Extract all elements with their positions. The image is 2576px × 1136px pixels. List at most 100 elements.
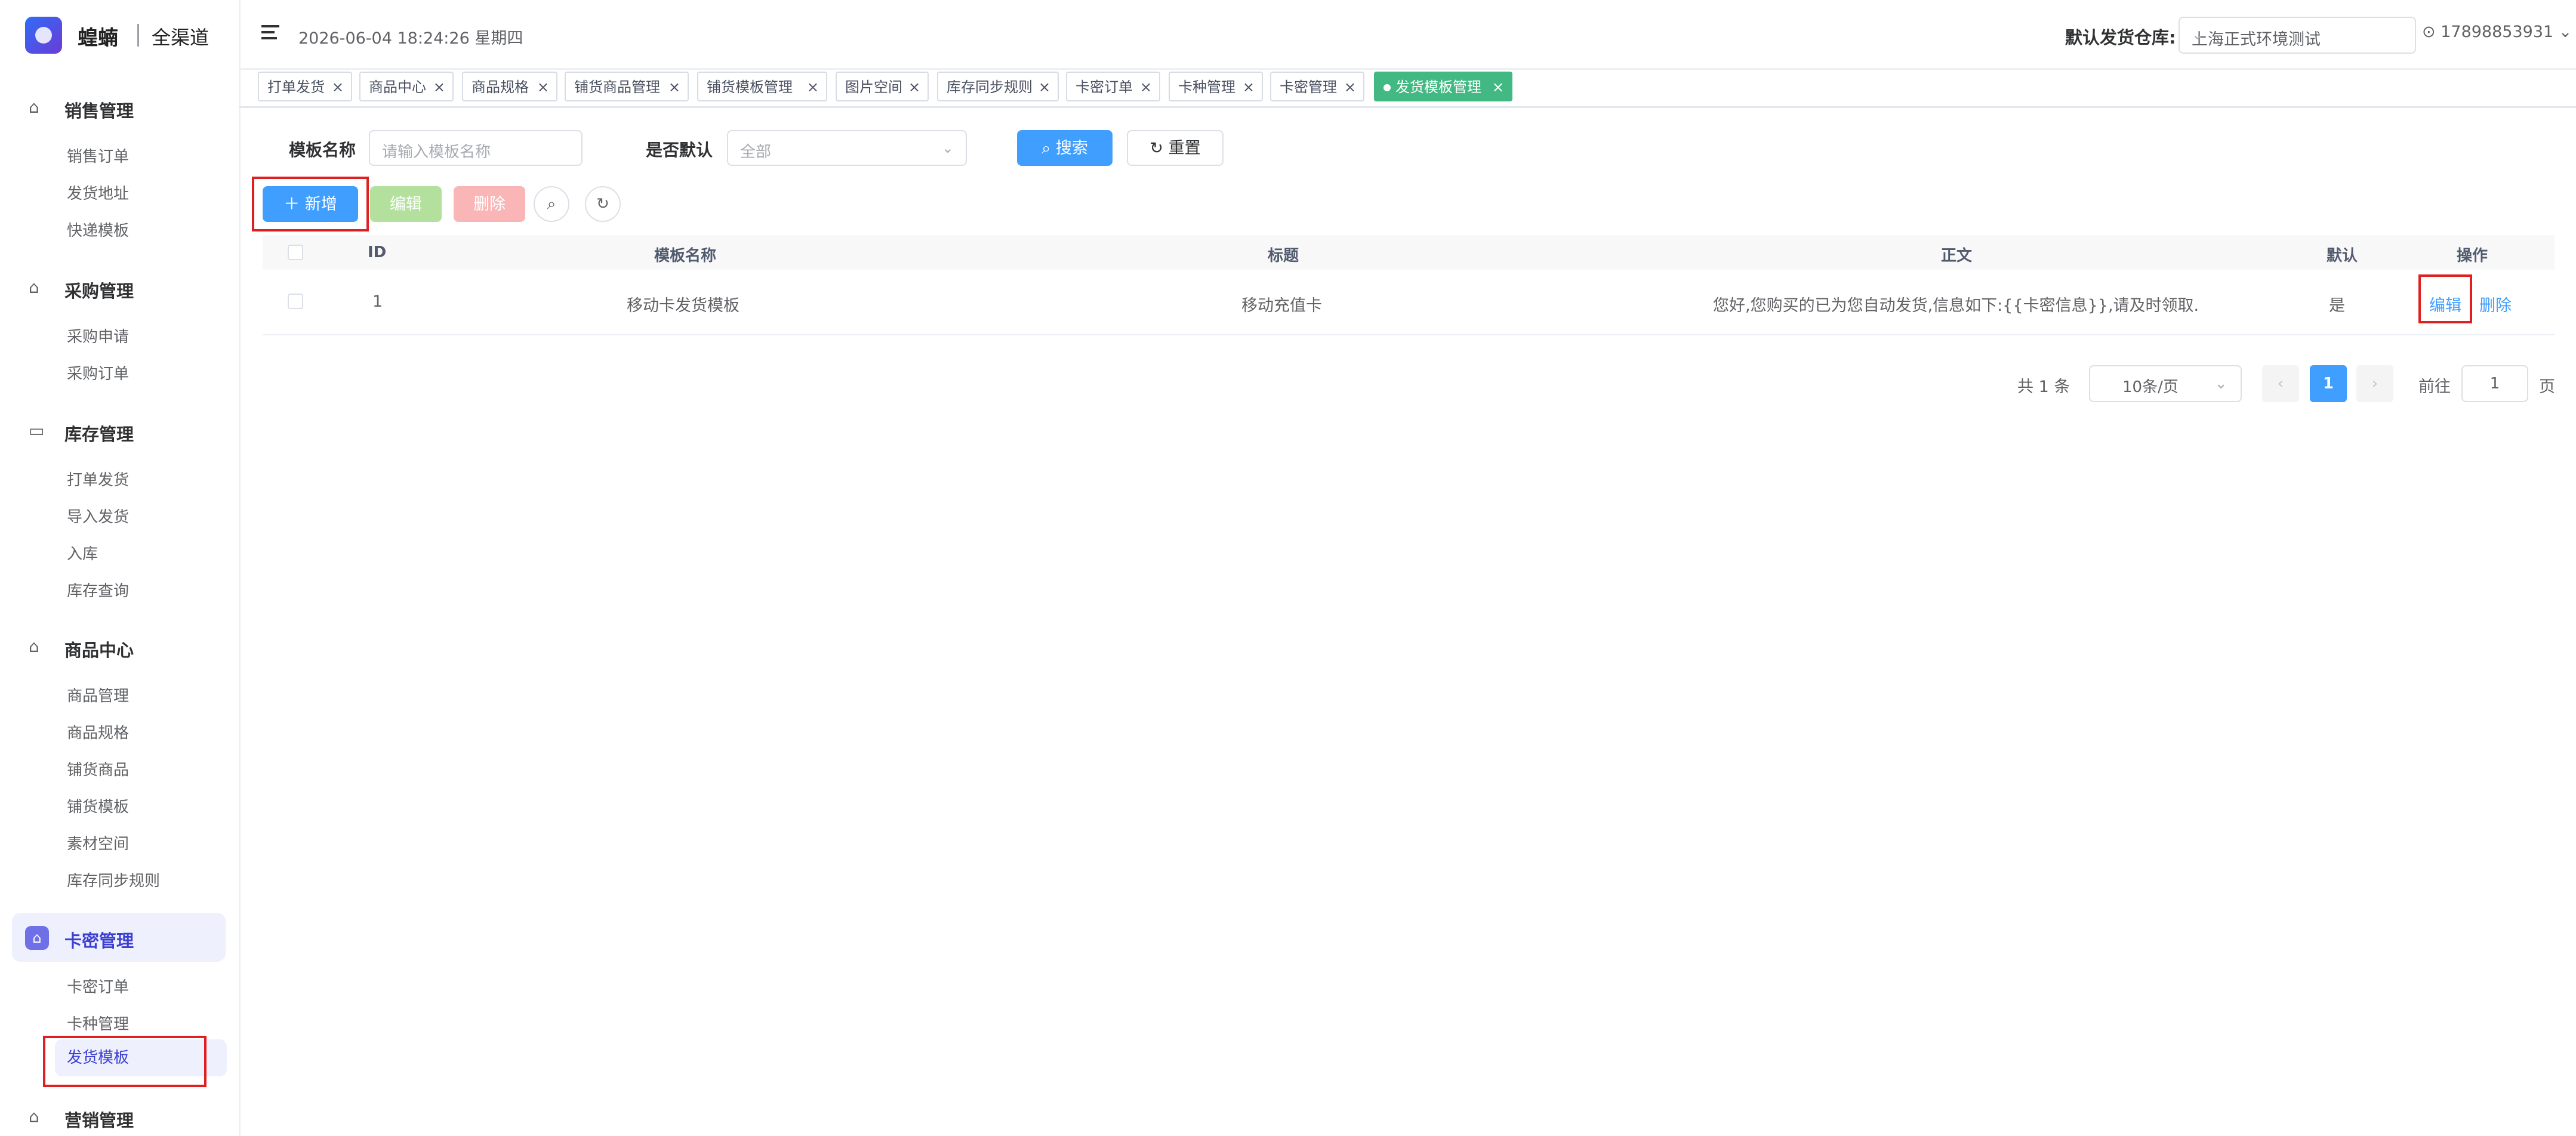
- tab-distribution-goods[interactable]: 铺货商品管理 ×: [565, 72, 689, 101]
- tab-label: 卡密订单: [1076, 79, 1133, 95]
- next-page-button[interactable]: ›: [2356, 365, 2393, 402]
- sidebar-item-stock-in[interactable]: 入库: [67, 542, 98, 564]
- user-menu[interactable]: ⊙ 17898853931 ⌄: [2422, 23, 2572, 41]
- sidebar-item-ship-address[interactable]: 发货地址: [67, 181, 129, 203]
- sidebar-group-marketing[interactable]: ⌂ 营销管理: [0, 1099, 239, 1135]
- sidebar-item-product-spec[interactable]: 商品规格: [67, 721, 129, 743]
- close-icon[interactable]: ×: [908, 73, 920, 101]
- sidebar-group-products[interactable]: ⌂ 商品中心: [0, 629, 239, 665]
- close-icon[interactable]: ×: [1039, 73, 1050, 101]
- sidebar-item-product-manage[interactable]: 商品管理: [67, 684, 129, 706]
- chevron-down-icon: ⌄: [2214, 375, 2227, 393]
- sidebar-group-inventory[interactable]: ▭ 库存管理: [0, 413, 239, 449]
- goto-page-input[interactable]: 1: [2461, 365, 2528, 402]
- page-size-select[interactable]: 10条/页 ⌄: [2089, 365, 2242, 402]
- table-row[interactable]: 1 移动卡发货模板 移动充值卡 您好,您购买的已为您自动发货,信息如下:{{卡密…: [263, 270, 2555, 335]
- sidebar-item-purchase-order[interactable]: 采购订单: [67, 362, 129, 384]
- close-icon[interactable]: ×: [1243, 73, 1255, 101]
- bag-icon: ⌂: [29, 1107, 39, 1126]
- sidebar-group-card-secret[interactable]: ⌂ 卡密管理: [12, 913, 226, 962]
- close-icon[interactable]: ×: [332, 73, 344, 101]
- close-icon[interactable]: ×: [807, 73, 819, 101]
- tab-distribution-template[interactable]: 铺货模板管理 ×: [697, 72, 827, 101]
- search-button[interactable]: ⌕ 搜索: [1017, 130, 1113, 166]
- sidebar-group-label: 库存管理: [64, 424, 134, 444]
- row-checkbox[interactable]: [288, 294, 303, 309]
- table-header: ID 模板名称 标题 正文 默认 操作: [263, 235, 2555, 270]
- warehouse-select[interactable]: 上海正式环境测试 ⌄: [2178, 17, 2416, 54]
- tab-label: 发货模板管理: [1395, 79, 1481, 95]
- column-default: 默认: [2327, 247, 2358, 265]
- tab-ship-template[interactable]: 发货模板管理 ×: [1374, 72, 1512, 101]
- tab-image-space[interactable]: 图片空间 ×: [836, 72, 929, 101]
- is-default-select[interactable]: 全部 ⌄: [727, 130, 967, 166]
- close-icon[interactable]: ×: [1344, 73, 1356, 101]
- cell-default: 是: [2329, 297, 2345, 315]
- sidebar-group-label: 营销管理: [64, 1110, 134, 1131]
- sidebar-group-purchase[interactable]: ⌂ 采购管理: [0, 270, 239, 305]
- sidebar-item-sales-orders[interactable]: 销售订单: [67, 144, 129, 166]
- tab-card-orders[interactable]: 卡密订单 ×: [1066, 72, 1160, 101]
- sidebar-item-distribution-goods[interactable]: 铺货商品: [67, 758, 129, 780]
- tags-view: 打单发货 × 商品中心 × 商品规格 × 铺货商品管理 × 铺货模板管理 × 图片空间 × …: [239, 68, 2576, 108]
- sidebar-item-distribution-template[interactable]: 铺货模板: [67, 795, 129, 817]
- sidebar-item-stock-sync-rules[interactable]: 库存同步规则: [67, 869, 160, 891]
- refresh-icon: ↻: [596, 195, 609, 213]
- user-name: 17898853931: [2441, 23, 2554, 41]
- edit-button[interactable]: 编辑: [370, 186, 442, 222]
- column-body: 正文: [1941, 247, 1973, 265]
- tab-label: 卡种管理: [1178, 79, 1235, 95]
- template-name-input[interactable]: 请输入模板名称: [369, 130, 583, 166]
- sidebar-group-label: 采购管理: [64, 281, 134, 301]
- search-icon: ⌕: [1042, 139, 1051, 158]
- header-datetime: 2026-06-04 18:24:26 星期四: [298, 29, 523, 48]
- row-delete-link[interactable]: 删除: [2479, 292, 2512, 316]
- prev-page-button[interactable]: ‹: [2262, 365, 2299, 402]
- warehouse-label: 默认发货仓库:: [2065, 27, 2176, 48]
- highlight-box-sidebar: [43, 1036, 207, 1087]
- cell-name: 移动卡发货模板: [627, 297, 739, 315]
- search-icon: ⌕: [547, 195, 556, 213]
- tab-print-ship[interactable]: 打单发货 ×: [258, 72, 352, 101]
- sidebar-item-card-types[interactable]: 卡种管理: [67, 1012, 129, 1034]
- tab-product-center[interactable]: 商品中心 ×: [359, 72, 454, 101]
- toggle-search-button[interactable]: ⌕: [534, 186, 569, 222]
- brand-name: 蝗蝻: [78, 26, 118, 50]
- sidebar-group-label: 卡密管理: [64, 931, 134, 951]
- cell-body: 您好,您购买的已为您自动发货,信息如下:{{卡密信息}},请及时领取.: [1713, 297, 2199, 315]
- close-icon[interactable]: ×: [668, 73, 680, 101]
- refresh-button[interactable]: ↻: [585, 186, 621, 222]
- chevron-left-icon: ‹: [2277, 375, 2284, 393]
- sidebar-group-label: 商品中心: [64, 640, 134, 660]
- sidebar-item-material-space[interactable]: 素材空间: [67, 832, 129, 854]
- sidebar-item-card-orders[interactable]: 卡密订单: [67, 975, 129, 997]
- column-title: 标题: [1268, 247, 1299, 265]
- sidebar-group-sales[interactable]: ⌂ 销售管理: [0, 89, 239, 125]
- page-suffix-label: 页: [2539, 378, 2555, 396]
- goto-label: 前往: [2418, 378, 2451, 396]
- button-label: 搜索: [1055, 139, 1088, 158]
- select-all-checkbox[interactable]: [288, 245, 303, 260]
- delete-button[interactable]: 删除: [454, 186, 525, 222]
- close-icon[interactable]: ×: [537, 73, 549, 101]
- close-icon[interactable]: ×: [1492, 73, 1504, 101]
- input-placeholder: 请输入模板名称: [382, 143, 491, 161]
- sidebar-item-import-ship[interactable]: 导入发货: [67, 505, 129, 527]
- tab-stock-sync-rules[interactable]: 库存同步规则 ×: [937, 72, 1059, 101]
- sidebar-item-print-ship[interactable]: 打单发货: [67, 468, 129, 490]
- close-icon[interactable]: ×: [433, 73, 445, 101]
- button-label: 删除: [473, 195, 506, 214]
- tab-product-spec[interactable]: 商品规格 ×: [462, 72, 557, 101]
- sidebar-item-purchase-request[interactable]: 采购申请: [67, 325, 129, 347]
- tab-label: 商品规格: [472, 79, 529, 95]
- sidebar-item-stock-query[interactable]: 库存查询: [67, 579, 129, 601]
- menu-toggle-icon[interactable]: [261, 25, 279, 42]
- page-number-current[interactable]: 1: [2310, 365, 2347, 402]
- button-label: 编辑: [390, 195, 422, 214]
- close-icon[interactable]: ×: [1140, 73, 1152, 101]
- reset-button[interactable]: ↻ 重置: [1127, 130, 1224, 166]
- sidebar-item-express-template[interactable]: 快递模板: [67, 218, 129, 240]
- sidebar: 蝗蝻 全渠道 ⌂ 销售管理 销售订单 发货地址 快递模板 ⌂ 采购管理 采购申请…: [0, 0, 241, 1136]
- tab-card-secret[interactable]: 卡密管理 ×: [1270, 72, 1364, 101]
- tab-card-types[interactable]: 卡种管理 ×: [1169, 72, 1263, 101]
